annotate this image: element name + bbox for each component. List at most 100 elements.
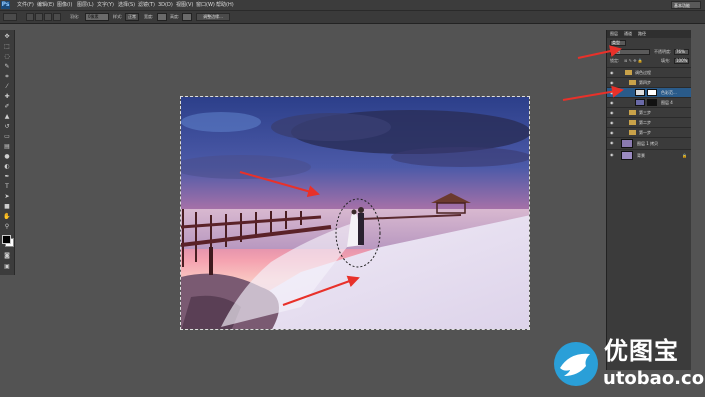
tab-paths[interactable]: 路径 [638,31,646,37]
healing-icon[interactable]: ✚ [3,93,11,101]
layer-row[interactable]: ◉ 第一步 [607,127,691,137]
visibility-eye-icon[interactable]: ◉ [610,152,615,157]
opacity-input[interactable]: 76% [674,49,689,55]
menu-image[interactable]: 图像(I) [57,1,72,9]
quick-mask-icon[interactable]: ◙ [3,252,11,260]
lock-icons[interactable]: ⊠ ✎ ✥ 🔒 [624,58,643,64]
visibility-eye-icon[interactable]: ◉ [610,110,615,115]
watermark-url: utobao.com [603,368,705,389]
menu-help[interactable]: 帮助(H) [216,1,234,9]
eyedropper-icon[interactable]: ⁄ [3,83,11,91]
new-selection-icon[interactable] [26,13,34,21]
folder-icon [625,70,632,75]
fill-label: 填充: [661,58,671,63]
blend-row: 滤色 不透明度: 76% [607,48,691,56]
screen-mode-icon[interactable]: ▣ [3,263,11,271]
tab-layers[interactable]: 图层 [610,31,618,37]
path-select-icon[interactable]: ➤ [3,193,11,201]
lock-label: 锁定: [610,58,620,63]
blend-mode-select[interactable]: 滤色 [610,49,650,55]
folder-icon [629,120,636,125]
dodge-icon[interactable]: ◐ [3,163,11,171]
opacity-label: 不透明度: [654,49,672,54]
menu-view[interactable]: 视图(V) [176,1,193,9]
subtract-selection-icon[interactable] [44,13,52,21]
feather-input[interactable]: 0像素 [85,13,109,21]
visibility-eye-icon[interactable]: ◉ [610,120,615,125]
layer-name: 第三步 [639,110,651,115]
layer-row-selected[interactable]: ◉ 色彩范... [607,87,691,97]
menu-file[interactable]: 文件(F) [17,1,34,9]
folder-icon [629,110,636,115]
layer-thumbnail [621,151,633,160]
layer-name: 图层 4 [661,100,673,105]
visibility-eye-icon[interactable]: ◉ [610,90,615,95]
lock-icon: 🔒 [682,153,687,158]
layer-name: 色彩范... [661,90,677,95]
add-selection-icon[interactable] [35,13,43,21]
style-select[interactable]: 正常 [125,13,139,21]
menu-filter[interactable]: 滤镜(T) [138,1,155,9]
layer-mask-thumbnail [647,99,657,106]
stamp-icon[interactable]: ▲ [3,113,11,121]
workspace-select[interactable]: 基本功能 [671,1,701,9]
menu-layer[interactable]: 图层(L) [77,1,94,9]
visibility-eye-icon[interactable]: ◉ [610,80,615,85]
width-input[interactable] [157,13,167,21]
feather-label: 羽化: [70,14,80,19]
layer-row[interactable]: ◉ 第三步 [607,107,691,117]
tool-preset-button[interactable] [3,13,17,21]
tab-channels[interactable]: 通道 [624,31,632,37]
document-canvas[interactable] [180,96,530,330]
wedding-photo [181,97,529,329]
zoom-icon[interactable]: ⚲ [3,223,11,231]
layer-row[interactable]: ◉ 调色过程 [607,67,691,77]
layer-mask-thumbnail [647,89,657,96]
layer-row[interactable]: ◉ 图层 4 [607,97,691,107]
crop-icon[interactable]: ⌗ [3,73,11,81]
refine-edge-button[interactable]: 调整边缘... [196,13,230,21]
layer-thumbnail [635,99,645,106]
menu-window[interactable]: 窗口(W) [196,1,215,9]
menu-select[interactable]: 选择(S) [118,1,135,9]
marquee-icon[interactable]: ⬚ [3,43,11,51]
height-label: 高度: [170,14,180,19]
hand-icon[interactable]: ✋ [3,213,11,221]
panel-tabs: 图层 通道 路径 [607,30,691,38]
layer-name: 第四步 [639,80,651,85]
fill-input[interactable]: 100% [674,58,689,64]
blur-icon[interactable]: ● [3,153,11,161]
width-label: 宽度: [144,14,154,19]
visibility-eye-icon[interactable]: ◉ [610,100,615,105]
move-icon[interactable]: ✥ [3,33,11,41]
type-icon[interactable]: T [3,183,11,191]
visibility-eye-icon[interactable]: ◉ [610,70,615,75]
height-input[interactable] [182,13,192,21]
menu-bar: Ps 文件(F) 编辑(E) 图像(I) 图层(L) 文字(Y) 选择(S) 滤… [0,0,705,11]
pen-icon[interactable]: ✒ [3,173,11,181]
menu-edit[interactable]: 编辑(E) [37,1,54,9]
foreground-color-swatch[interactable] [2,235,11,244]
shape-icon[interactable]: ■ [3,203,11,211]
lock-row: 锁定: ⊠ ✎ ✥ 🔒 填充: 100% [607,57,691,65]
menu-3d[interactable]: 3D(D) [158,1,173,9]
layer-name: 背景 [637,153,645,158]
style-label: 样式: [113,14,123,19]
eraser-icon[interactable]: ▭ [3,133,11,141]
layer-row[interactable]: ◉ 第四步 [607,77,691,87]
quick-select-icon[interactable]: ✎ [3,63,11,71]
filter-type-select[interactable]: 类型 [610,40,626,46]
intersect-selection-icon[interactable] [53,13,61,21]
menu-type[interactable]: 文字(Y) [97,1,114,9]
layers-panel: 图层 通道 路径 类型 滤色 不透明度: 76% 锁定: ⊠ ✎ ✥ 🔒 填充:… [606,30,691,370]
history-brush-icon[interactable]: ↺ [3,123,11,131]
brush-icon[interactable]: ✐ [3,103,11,111]
lasso-icon[interactable]: ◌ [3,53,11,61]
layer-row[interactable]: ◉ 背景 🔒 [607,149,691,161]
visibility-eye-icon[interactable]: ◉ [610,140,615,145]
options-bar: 羽化: 0像素 样式: 正常 宽度: 高度: 调整边缘... [0,11,705,24]
layer-row[interactable]: ◉ 第二步 [607,117,691,127]
gradient-icon[interactable]: ▤ [3,143,11,151]
layer-row[interactable]: ◉ 图层 1 拷贝 [607,137,691,149]
visibility-eye-icon[interactable]: ◉ [610,130,615,135]
